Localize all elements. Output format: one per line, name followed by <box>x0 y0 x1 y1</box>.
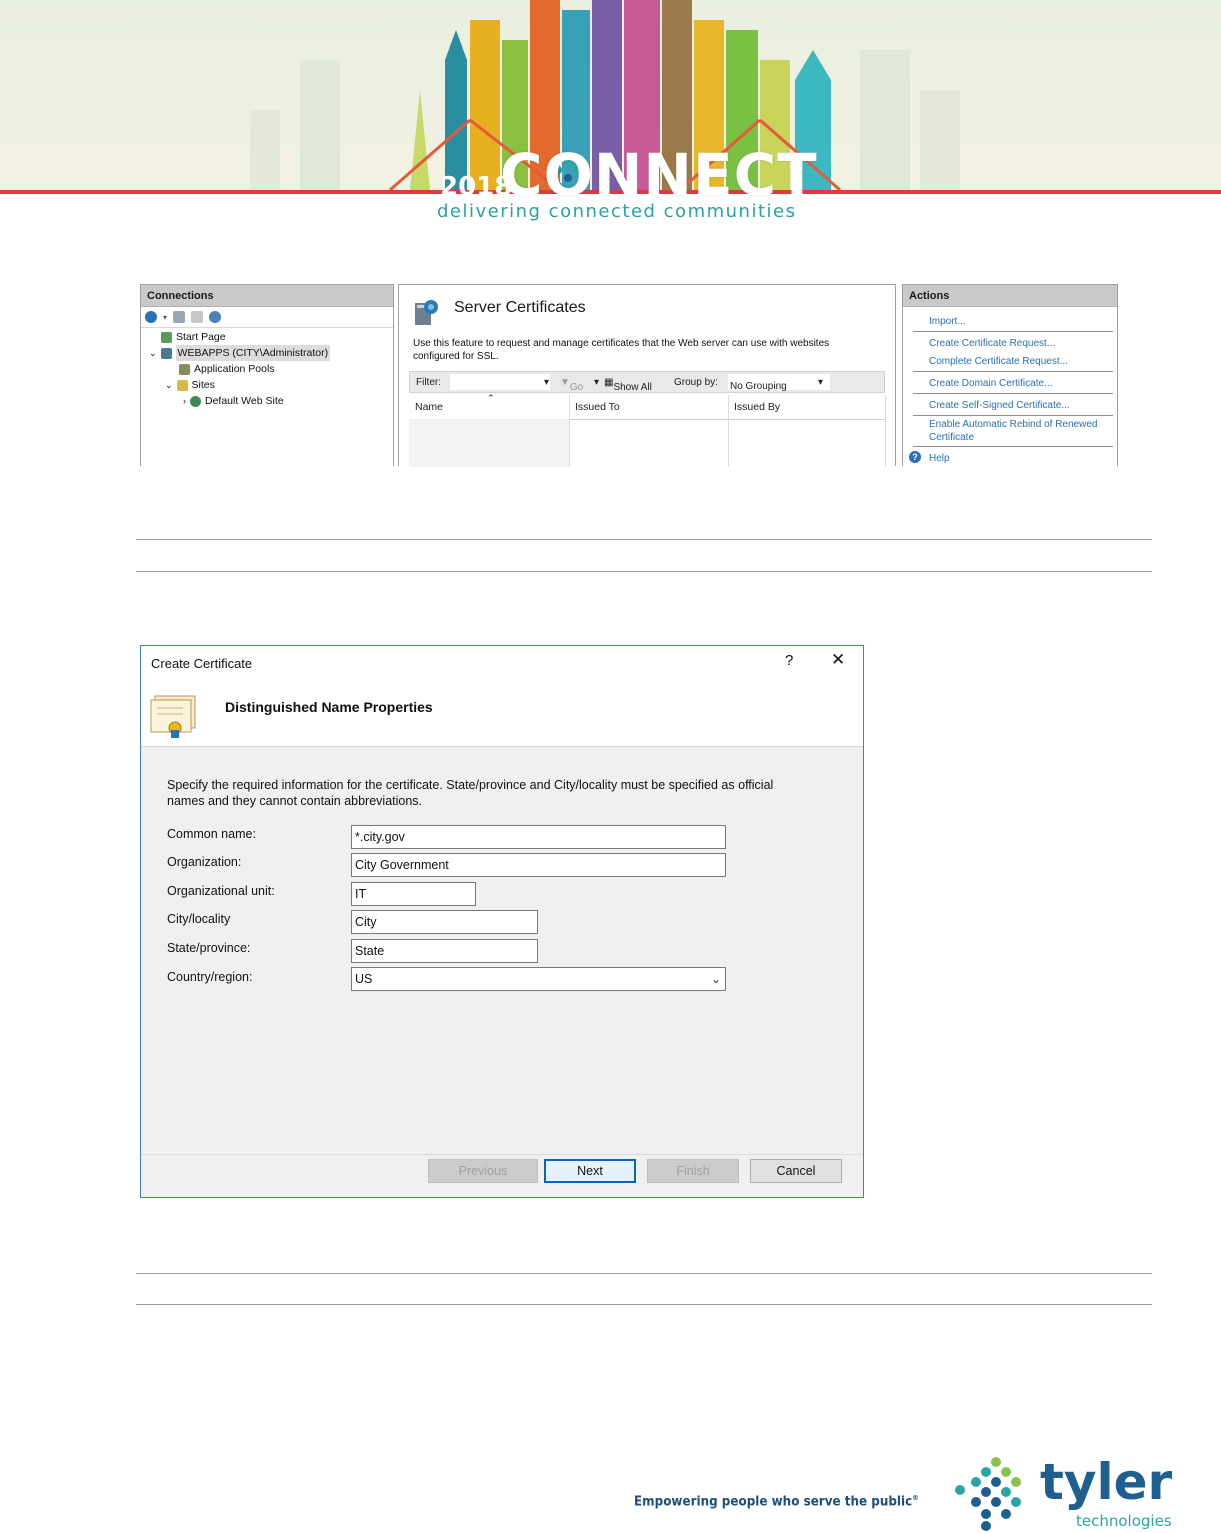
finish-button[interactable]: Finish <box>647 1159 739 1183</box>
tree-item-default-web-site[interactable]: › Default Web Site <box>183 393 284 409</box>
action-complete-certificate-request[interactable]: Complete Certificate Request... <box>929 355 1068 368</box>
divider <box>913 331 1113 332</box>
sites-folder-icon <box>176 379 188 391</box>
organizational-unit-label: Organizational unit: <box>167 884 275 898</box>
next-button[interactable]: Next <box>544 1159 636 1183</box>
tyler-brand: tyler <box>1040 1453 1173 1511</box>
actions-pane: Actions Import... Create Certificate Req… <box>902 284 1118 466</box>
previous-button[interactable]: Previous <box>428 1159 538 1183</box>
go-button[interactable]: ▼ Go <box>560 377 583 393</box>
dialog-footer-divider <box>141 1154 863 1155</box>
filter-input[interactable] <box>450 374 550 390</box>
divider <box>913 415 1113 416</box>
tyler-dots-logo-icon <box>955 1457 1021 1531</box>
connections-toolbar: ▾ <box>141 307 393 328</box>
certificate-icon <box>150 695 196 738</box>
organization-label: Organization: <box>167 855 242 869</box>
chevron-down-icon[interactable]: ⌄ <box>149 345 157 361</box>
city-locality-input[interactable]: City <box>351 910 538 934</box>
app-pools-icon <box>179 363 190 375</box>
dropdown-arrow-icon[interactable]: ▾ <box>163 313 167 322</box>
city-locality-label: City/locality <box>167 912 231 926</box>
tree-item-server[interactable]: ⌄ WEBAPPS (CITY\Administrator) <box>149 345 331 361</box>
banner-brand: CONNECT <box>500 141 818 209</box>
dialog-header: Create Certificate ? ✕ Distinguished Nam… <box>141 646 863 747</box>
tyler-brand-sub: technologies <box>1076 1512 1172 1530</box>
start-page-icon <box>161 331 172 343</box>
group-by-label: Group by: <box>674 377 718 388</box>
up-level-icon[interactable] <box>191 311 204 323</box>
chevron-down-icon[interactable]: ⌄ <box>165 377 173 393</box>
tree-item-start-page[interactable]: Start Page <box>161 329 226 345</box>
action-create-domain-certificate[interactable]: Create Domain Certificate... <box>929 377 1052 390</box>
divider <box>913 446 1113 447</box>
create-certificate-dialog: Create Certificate ? ✕ Distinguished Nam… <box>140 645 864 1198</box>
conference-banner: 2018 CONNECT delivering connected commun… <box>0 0 1221 230</box>
dialog-instructions: Specify the required information for the… <box>167 778 774 808</box>
country-region-label: Country/region: <box>167 970 253 984</box>
tree-item-app-pools[interactable]: Application Pools <box>179 361 275 377</box>
server-icon <box>160 347 172 359</box>
action-enable-automatic-rebind[interactable]: Enable Automatic Rebind of Renewed Certi… <box>929 418 1114 444</box>
chevron-down-icon[interactable]: ⌄ <box>711 968 721 990</box>
divider <box>136 1304 1152 1305</box>
certificates-grid-header: Name ⌃ Issued To Issued By <box>409 393 885 420</box>
close-button[interactable]: ✕ <box>831 650 845 670</box>
common-name-label: Common name: <box>167 827 256 841</box>
column-divider <box>885 395 886 467</box>
chevron-right-icon[interactable]: › <box>183 393 186 409</box>
organizational-unit-input[interactable]: IT <box>351 882 476 906</box>
tree-item-sites[interactable]: ⌄ Sites <box>165 377 215 393</box>
save-icon[interactable] <box>173 311 186 323</box>
server-certificates-icon <box>415 300 438 325</box>
state-province-label: State/province: <box>167 941 251 955</box>
divider <box>136 1273 1152 1274</box>
help-icon[interactable]: ? <box>909 451 921 463</box>
state-province-input[interactable]: State <box>351 939 538 963</box>
actions-header: Actions <box>903 285 1117 307</box>
action-import[interactable]: Import... <box>929 315 966 328</box>
divider <box>913 371 1113 372</box>
connect-globe-icon[interactable] <box>145 311 157 323</box>
go-dropdown-icon[interactable]: ▾ <box>594 377 599 388</box>
name-column-fill <box>409 419 569 467</box>
organization-input[interactable]: City Government <box>351 853 726 877</box>
filter-dropdown-icon[interactable]: ▾ <box>544 377 549 388</box>
footer-slogan: Empowering people who serve the public® <box>634 1494 919 1510</box>
connections-header: Connections <box>141 285 393 307</box>
group-by-select[interactable]: No Grouping <box>728 374 830 392</box>
cancel-button[interactable]: Cancel <box>750 1159 842 1183</box>
country-region-select[interactable]: US ⌄ <box>351 967 726 991</box>
column-header-issued-by[interactable]: Issued By <box>734 401 780 413</box>
column-divider <box>569 395 570 467</box>
divider <box>136 539 1152 540</box>
connections-pane: Connections ▾ Start Page ⌄ WEBAPPS (CITY… <box>140 284 394 466</box>
action-create-self-signed-certificate[interactable]: Create Self-Signed Certificate... <box>929 399 1070 412</box>
divider <box>913 393 1113 394</box>
group-by-dropdown-icon[interactable]: ▾ <box>818 377 823 388</box>
filter-bar: Filter: ▾ ▼ Go ▾ ▦ Show All Group by: No… <box>409 371 885 393</box>
column-header-issued-to[interactable]: Issued To <box>575 401 620 413</box>
column-header-name[interactable]: Name <box>415 401 443 413</box>
dialog-heading: Distinguished Name Properties <box>225 699 433 715</box>
help-button[interactable]: ? <box>785 652 793 669</box>
server-certificates-pane: Server Certificates Use this feature to … <box>398 284 896 467</box>
action-create-certificate-request[interactable]: Create Certificate Request... <box>929 337 1055 350</box>
show-all-button[interactable]: ▦ Show All <box>604 377 652 393</box>
filter-label: Filter: <box>416 377 441 388</box>
iis-manager-screenshot: Connections ▾ Start Page ⌄ WEBAPPS (CITY… <box>140 284 1118 467</box>
action-help[interactable]: Help <box>929 452 950 465</box>
banner-tagline: delivering connected communities <box>437 201 797 222</box>
dialog-title: Create Certificate <box>151 656 253 671</box>
feature-description: Use this feature to request and manage c… <box>413 338 830 362</box>
common-name-input[interactable]: *.city.gov <box>351 825 726 849</box>
divider <box>136 571 1152 572</box>
globe-icon <box>190 395 201 407</box>
sort-ascending-icon: ⌃ <box>487 393 495 403</box>
column-divider <box>728 395 729 467</box>
page-title: Server Certificates <box>454 299 586 316</box>
connect-site-icon[interactable] <box>209 311 222 323</box>
